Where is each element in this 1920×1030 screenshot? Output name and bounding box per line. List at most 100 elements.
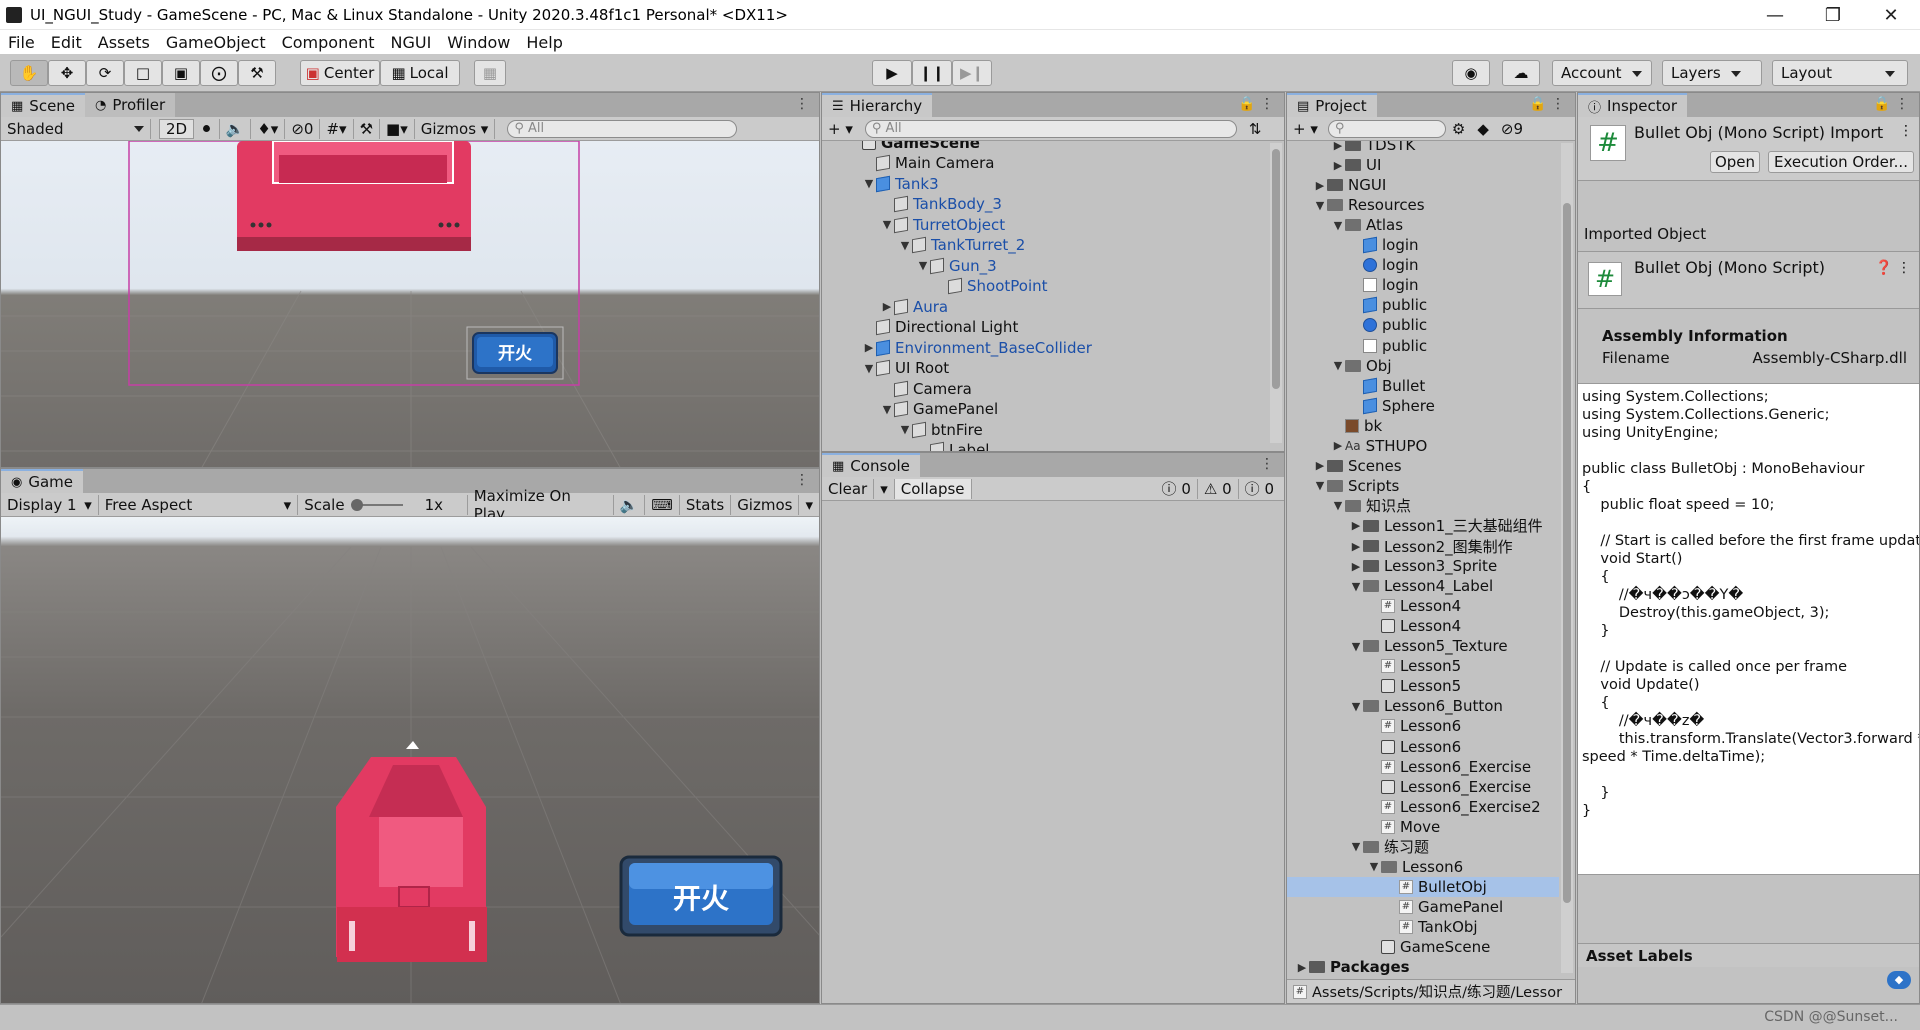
- project-row[interactable]: ▼ Lesson5_Texture: [1287, 636, 1559, 656]
- expanded-arrow-icon[interactable]: ▼: [916, 259, 930, 272]
- game-menu-icon[interactable]: ⋮: [795, 472, 809, 488]
- scale-tool-icon[interactable]: □: [124, 60, 162, 86]
- collapsed-arrow-icon[interactable]: ▶: [1331, 159, 1345, 172]
- console-menu-icon[interactable]: ⋮: [1260, 456, 1274, 472]
- project-row[interactable]: # Move: [1287, 817, 1559, 837]
- project-row[interactable]: ▼ 知识点: [1287, 496, 1559, 516]
- collapsed-arrow-icon[interactable]: ▶: [1349, 519, 1363, 532]
- hierarchy-add-button[interactable]: + ▾: [822, 119, 859, 139]
- minimize-icon[interactable]: —: [1746, 0, 1804, 30]
- project-row[interactable]: ▼ Lesson6_Button: [1287, 696, 1559, 716]
- account-dropdown[interactable]: Account: [1552, 60, 1652, 86]
- hidden-packages-toggle[interactable]: ⊘ 9: [1495, 119, 1529, 139]
- display-dropdown[interactable]: Display 1 ▾: [1, 494, 99, 515]
- lighting-icon[interactable]: ⚫: [194, 118, 220, 139]
- hierarchy-row[interactable]: ▼ TurretObject: [880, 215, 1284, 235]
- menu-gameobject[interactable]: GameObject: [158, 33, 274, 52]
- hierarchy-search-input[interactable]: ⚲ All: [864, 119, 1237, 138]
- game-viewport[interactable]: 开火: [1, 517, 819, 1003]
- tab-profiler[interactable]: ◔ Profiler: [85, 93, 176, 117]
- effects-icon[interactable]: ♦▾: [251, 118, 286, 139]
- expanded-arrow-icon[interactable]: ▼: [898, 239, 912, 252]
- project-row[interactable]: # Lesson5: [1287, 656, 1559, 676]
- expanded-arrow-icon[interactable]: ▼: [880, 403, 894, 416]
- hierarchy-menu-icon[interactable]: 🔒 ⋮: [1238, 96, 1274, 112]
- collapsed-arrow-icon[interactable]: ▶: [1313, 179, 1327, 192]
- camera-icon[interactable]: ■▾: [380, 118, 415, 139]
- hierarchy-row[interactable]: ▼ UI Root: [862, 358, 1284, 378]
- expanded-arrow-icon[interactable]: ▼: [1313, 479, 1327, 492]
- error-counter[interactable]: ⓘ 0: [1156, 478, 1198, 499]
- scene-search-input[interactable]: ⚲ All: [507, 119, 738, 138]
- restore-icon[interactable]: ❐: [1804, 0, 1862, 30]
- filter-type-icon[interactable]: ⚙: [1446, 119, 1471, 139]
- project-row[interactable]: # Lesson4: [1287, 596, 1559, 616]
- project-row[interactable]: Lesson6: [1287, 737, 1559, 757]
- menu-assets[interactable]: Assets: [90, 33, 158, 52]
- custom-tool-icon[interactable]: ⚒: [238, 60, 276, 86]
- errors-counter[interactable]: ⓘ 0: [1239, 479, 1280, 499]
- rotate-tool-icon[interactable]: ⟳: [86, 60, 124, 86]
- expanded-arrow-icon[interactable]: ▼: [1331, 219, 1345, 232]
- menu-edit[interactable]: Edit: [43, 33, 90, 52]
- project-row[interactable]: ▶ Lesson2_图集制作: [1287, 536, 1559, 556]
- project-row[interactable]: public: [1287, 336, 1559, 356]
- hierarchy-sort-icon[interactable]: ⇅: [1243, 119, 1268, 139]
- menu-ngui[interactable]: NGUI: [382, 33, 439, 52]
- maximize-on-play-toggle[interactable]: Maximize On Play: [468, 487, 614, 523]
- hierarchy-row[interactable]: ▶ Aura: [880, 297, 1284, 317]
- project-scrollbar[interactable]: [1561, 143, 1573, 973]
- project-row[interactable]: GameScene: [1287, 937, 1559, 957]
- hierarchy-row[interactable]: ▼ GamePanel: [880, 399, 1284, 419]
- expanded-arrow-icon[interactable]: ▼: [1313, 199, 1327, 212]
- expanded-arrow-icon[interactable]: ▼: [1349, 700, 1363, 713]
- project-row[interactable]: ▶ Scenes: [1287, 456, 1559, 476]
- tag-icon[interactable]: ◆: [1887, 971, 1911, 989]
- scale-slider[interactable]: Scale 1x: [298, 494, 468, 515]
- scene-root-row[interactable]: GameScene: [862, 141, 980, 153]
- project-row[interactable]: Lesson5: [1287, 676, 1559, 696]
- console-clear-button[interactable]: Clear: [822, 478, 875, 499]
- hierarchy-row[interactable]: ▼ Gun_3: [916, 256, 1284, 276]
- gizmos-dropdown[interactable]: Gizmos ▾: [415, 118, 496, 139]
- close-icon[interactable]: ✕: [1862, 0, 1920, 30]
- project-row[interactable]: ▶ Packages: [1287, 957, 1559, 977]
- shading-dropdown[interactable]: Shaded: [1, 118, 151, 139]
- expanded-arrow-icon[interactable]: ▼: [1331, 499, 1345, 512]
- transform-tool-icon[interactable]: ⨀: [200, 60, 238, 86]
- scene-menu-icon[interactable]: ⋮: [795, 96, 809, 112]
- step-button[interactable]: ▶❙: [952, 60, 992, 86]
- project-row[interactable]: ▶ TDSTK: [1287, 141, 1559, 155]
- project-row[interactable]: Lesson4: [1287, 616, 1559, 636]
- project-row[interactable]: Bullet: [1287, 376, 1559, 396]
- project-row[interactable]: public: [1287, 315, 1559, 335]
- tab-inspector[interactable]: ⓘ Inspector: [1578, 93, 1687, 117]
- hand-tool-icon[interactable]: ✋: [10, 60, 48, 86]
- inspector-menu-icon[interactable]: 🔒 ⋮: [1873, 96, 1909, 112]
- project-row[interactable]: ▼ Resources: [1287, 195, 1559, 215]
- collab-icon[interactable]: ◉: [1452, 60, 1490, 86]
- tab-game[interactable]: ◉ Game: [1, 469, 83, 493]
- expanded-arrow-icon[interactable]: ▼: [880, 218, 894, 231]
- scene-viewport[interactable]: 开火: [1, 140, 819, 467]
- expanded-arrow-icon[interactable]: ▼: [1349, 580, 1363, 593]
- tools-icon[interactable]: ⚒: [354, 118, 381, 139]
- project-row[interactable]: ▶ UI: [1287, 155, 1559, 175]
- project-row[interactable]: # Lesson6_Exercise2: [1287, 797, 1559, 817]
- project-row[interactable]: ▼ Obj: [1287, 356, 1559, 376]
- project-row[interactable]: # Lesson6_Exercise: [1287, 757, 1559, 777]
- open-button[interactable]: Open: [1710, 151, 1760, 173]
- collapsed-arrow-icon[interactable]: ▶: [1331, 141, 1345, 152]
- project-row[interactable]: ▶ Aa STHUPO: [1287, 436, 1559, 456]
- clear-options-icon[interactable]: ▾: [874, 478, 895, 499]
- project-row[interactable]: ▼ Lesson6: [1287, 857, 1559, 877]
- tab-console[interactable]: ▦ Console: [822, 453, 920, 477]
- menu-file[interactable]: File: [0, 33, 43, 52]
- chevron-right-icon[interactable]: ›: [1283, 173, 1284, 194]
- project-row[interactable]: # BulletObj: [1287, 876, 1559, 897]
- menu-help[interactable]: Help: [518, 33, 570, 52]
- game-gizmos-toggle[interactable]: Gizmos: [731, 494, 800, 515]
- pause-button[interactable]: ❙❙: [912, 60, 952, 86]
- expanded-arrow-icon[interactable]: ▼: [1367, 860, 1381, 873]
- hierarchy-row[interactable]: TankBody_3: [880, 194, 1284, 214]
